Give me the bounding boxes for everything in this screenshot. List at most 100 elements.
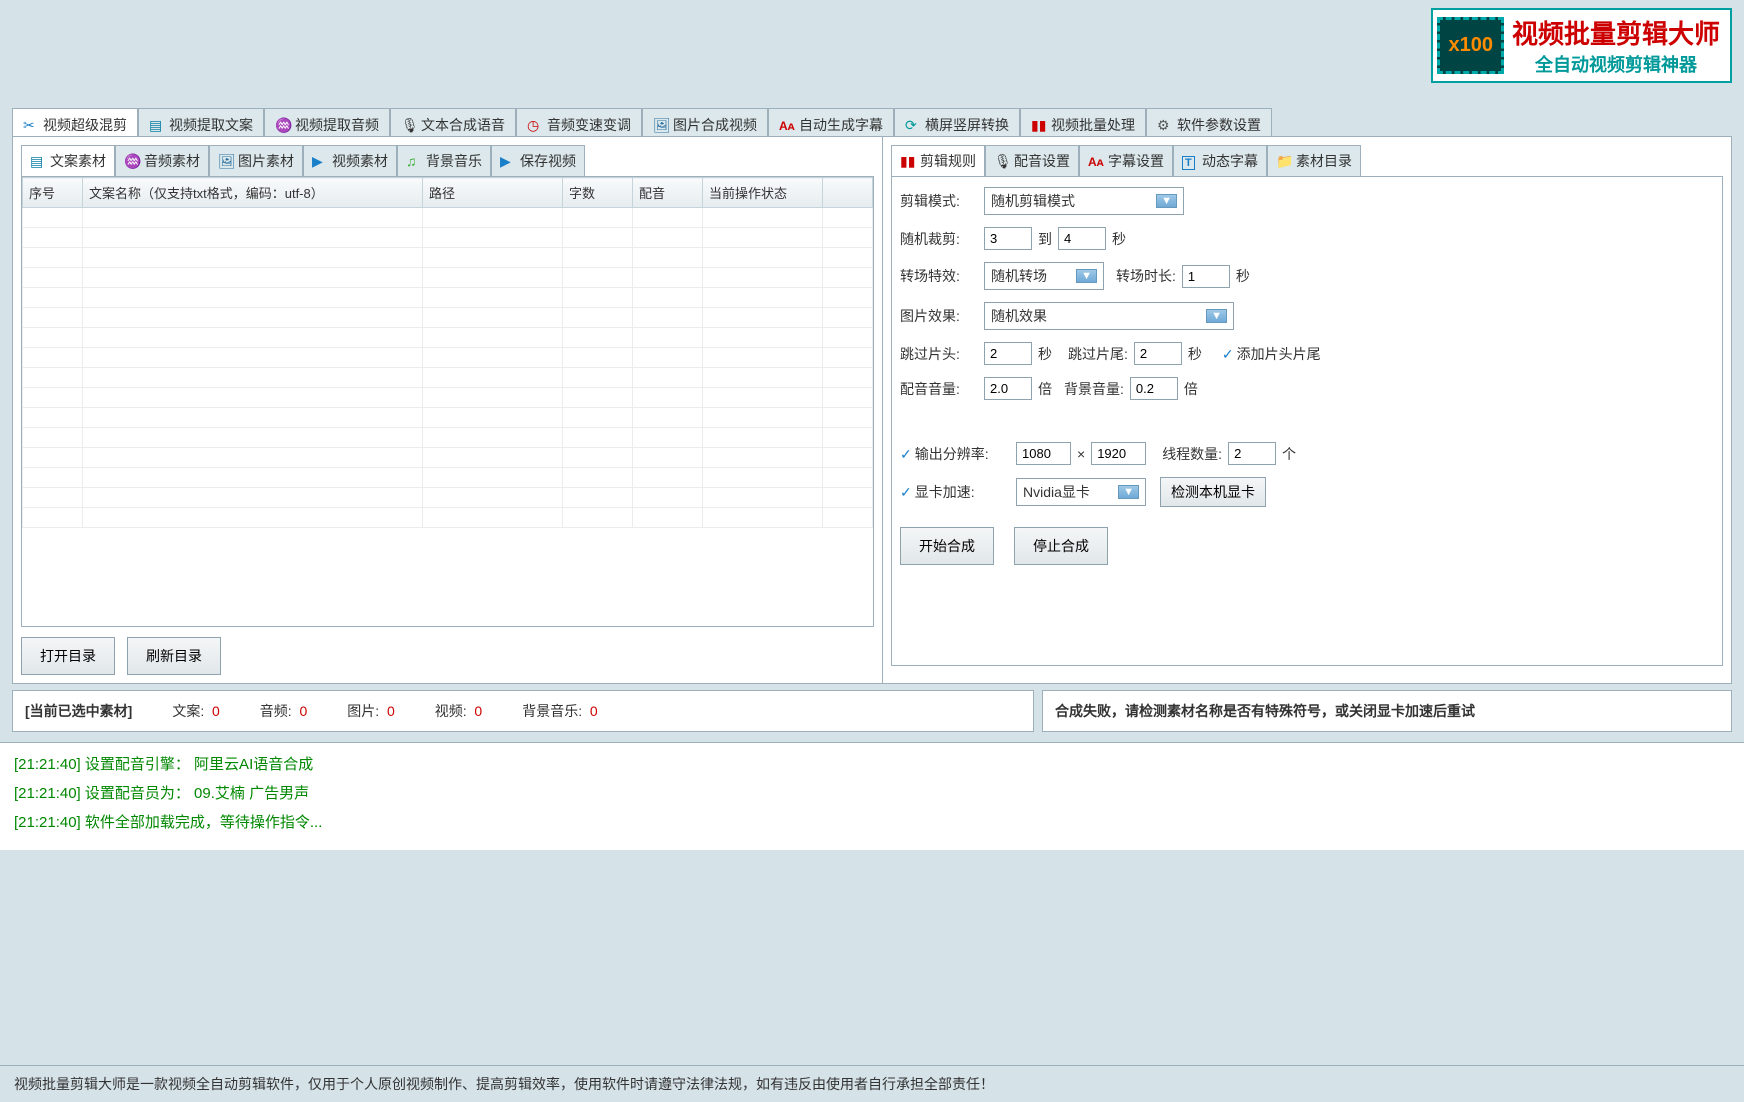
transition-label: 转场特效: xyxy=(900,266,978,286)
selected-label: [当前已选中素材] xyxy=(25,701,132,721)
table-row[interactable] xyxy=(23,468,873,488)
table-row[interactable] xyxy=(23,308,873,328)
skip-tail-input[interactable] xyxy=(1134,342,1182,365)
rules-panel: 剪辑模式: 随机剪辑模式 ▼ 随机裁剪: 到 秒 转场特效: 随机转场 ▼ xyxy=(891,176,1723,666)
skip-head-input[interactable] xyxy=(984,342,1032,365)
tab-icon xyxy=(1276,153,1292,169)
out-width-input[interactable] xyxy=(1016,442,1071,465)
sub-tab[interactable]: 文案素材 xyxy=(21,145,115,176)
start-compose-button[interactable]: 开始合成 xyxy=(900,527,994,565)
tab-icon xyxy=(500,153,516,169)
tab-icon xyxy=(218,153,234,169)
tab-icon xyxy=(527,117,543,133)
status-item: 文案: 0 xyxy=(172,703,219,719)
stop-compose-button[interactable]: 停止合成 xyxy=(1014,527,1108,565)
tab-icon xyxy=(1182,153,1198,169)
tab-label: 文案素材 xyxy=(50,151,106,171)
right-tab[interactable]: 字幕设置 xyxy=(1079,145,1173,176)
status-bar: [当前已选中素材] 文案: 0音频: 0图片: 0视频: 0背景音乐: 0 合成… xyxy=(12,690,1732,732)
sub-tab[interactable]: 音频素材 xyxy=(115,145,209,176)
right-tab[interactable]: 剪辑规则 xyxy=(891,145,985,176)
bgm-vol-input[interactable] xyxy=(1130,377,1178,400)
tab-icon xyxy=(994,153,1010,169)
gpu-select[interactable]: Nvidia显卡 ▼ xyxy=(1016,478,1146,506)
tab-icon xyxy=(30,153,46,169)
status-error-msg: 合成失败，请检测素材名称是否有特殊符号，或关闭显卡加速后重试 xyxy=(1042,690,1732,732)
tab-icon xyxy=(653,117,669,133)
crop-to-input[interactable] xyxy=(1058,227,1106,250)
panel-left: 文案素材音频素材图片素材 视频素材背景音乐保存视频 序号文案名称（仅支持txt格式… xyxy=(13,137,883,683)
tab-icon xyxy=(1157,117,1173,133)
sub-tab[interactable]: 视频素材 xyxy=(303,145,397,176)
log-panel: [21:21:40] 设置配音引擎： 阿里云AI语音合成[21:21:40] 设… xyxy=(0,742,1744,850)
out-res-checkbox[interactable]: ✓输出分辨率: xyxy=(900,444,1010,464)
table-row[interactable] xyxy=(23,288,873,308)
table-row[interactable] xyxy=(23,508,873,528)
tab-icon xyxy=(900,153,916,169)
tab-label: 视频超级混剪 xyxy=(43,115,127,135)
right-tab[interactable]: 动态字幕 xyxy=(1173,145,1267,176)
table-row[interactable] xyxy=(23,488,873,508)
table-row[interactable] xyxy=(23,328,873,348)
tab-label: 配音设置 xyxy=(1014,151,1070,171)
table-row[interactable] xyxy=(23,408,873,428)
transition-duration-input[interactable] xyxy=(1182,265,1230,288)
gpu-accel-checkbox[interactable]: ✓显卡加速: xyxy=(900,482,1010,502)
status-item: 背景音乐: 0 xyxy=(522,703,597,719)
tab-icon xyxy=(905,117,921,133)
table-header[interactable]: 文案名称（仅支持txt格式，编码：utf-8） xyxy=(83,178,423,208)
right-tab[interactable]: 配音设置 xyxy=(985,145,1079,176)
table-row[interactable] xyxy=(23,268,873,288)
branding-logo: x100 xyxy=(1437,17,1504,74)
tab-icon xyxy=(401,117,417,133)
random-crop-label: 随机裁剪: xyxy=(900,229,978,249)
open-dir-button[interactable]: 打开目录 xyxy=(21,637,115,675)
tab-icon xyxy=(779,117,795,133)
tab-label: 动态字幕 xyxy=(1202,151,1258,171)
edit-mode-select[interactable]: 随机剪辑模式 ▼ xyxy=(984,187,1184,215)
log-line: [21:21:40] 设置配音员为： 09.艾楠 广告男声 xyxy=(14,782,1730,803)
footer-disclaimer: 视频批量剪辑大师是一款视频全自动剪辑软件，仅用于个人原创视频制作、提高剪辑效率，… xyxy=(0,1065,1744,1102)
out-height-input[interactable] xyxy=(1091,442,1146,465)
chevron-down-icon: ▼ xyxy=(1076,269,1097,283)
table-header[interactable]: 配音 xyxy=(633,178,703,208)
right-tab[interactable]: 素材目录 xyxy=(1267,145,1361,176)
main-panel: 文案素材音频素材图片素材 视频素材背景音乐保存视频 序号文案名称（仅支持txt格式… xyxy=(12,136,1732,684)
tab-label: 素材目录 xyxy=(1296,151,1352,171)
table-header[interactable]: 序号 xyxy=(23,178,83,208)
tab-icon xyxy=(406,153,422,169)
table-row[interactable] xyxy=(23,208,873,228)
chevron-down-icon: ▼ xyxy=(1118,485,1139,499)
table-row[interactable] xyxy=(23,228,873,248)
status-item: 视频: 0 xyxy=(435,703,482,719)
tab-icon xyxy=(275,117,291,133)
table-row[interactable] xyxy=(23,368,873,388)
refresh-dir-button[interactable]: 刷新目录 xyxy=(127,637,221,675)
append-intro-checkbox[interactable]: ✓添加片头片尾 xyxy=(1222,344,1321,364)
detect-gpu-button[interactable]: 检测本机显卡 xyxy=(1160,477,1266,507)
table-row[interactable] xyxy=(23,248,873,268)
table-row[interactable] xyxy=(23,428,873,448)
transition-select[interactable]: 随机转场 ▼ xyxy=(984,262,1104,290)
material-table-wrap[interactable]: 序号文案名称（仅支持txt格式，编码：utf-8）路径字数配音当前操作状态 xyxy=(21,176,874,627)
table-row[interactable] xyxy=(23,448,873,468)
sub-tab[interactable]: 背景音乐 xyxy=(397,145,491,176)
table-header[interactable]: 路径 xyxy=(423,178,563,208)
image-effect-select[interactable]: 随机效果 ▼ xyxy=(984,302,1234,330)
crop-from-input[interactable] xyxy=(984,227,1032,250)
sub-tab[interactable]: 保存视频 xyxy=(491,145,585,176)
threads-input[interactable] xyxy=(1228,442,1276,465)
tab-label: 视频素材 xyxy=(332,151,388,171)
tab-label: 音频变速变调 xyxy=(547,115,631,135)
table-header[interactable]: 当前操作状态 xyxy=(703,178,823,208)
tab-icon xyxy=(149,117,165,133)
tab-label: 横屏竖屏转换 xyxy=(925,115,1009,135)
image-effect-label: 图片效果: xyxy=(900,306,978,326)
sub-tab[interactable]: 图片素材 xyxy=(209,145,303,176)
table-row[interactable] xyxy=(23,348,873,368)
tab-label: 剪辑规则 xyxy=(920,151,976,171)
table-header[interactable]: 字数 xyxy=(563,178,633,208)
status-item: 图片: 0 xyxy=(347,703,394,719)
table-row[interactable] xyxy=(23,388,873,408)
voice-vol-input[interactable] xyxy=(984,377,1032,400)
